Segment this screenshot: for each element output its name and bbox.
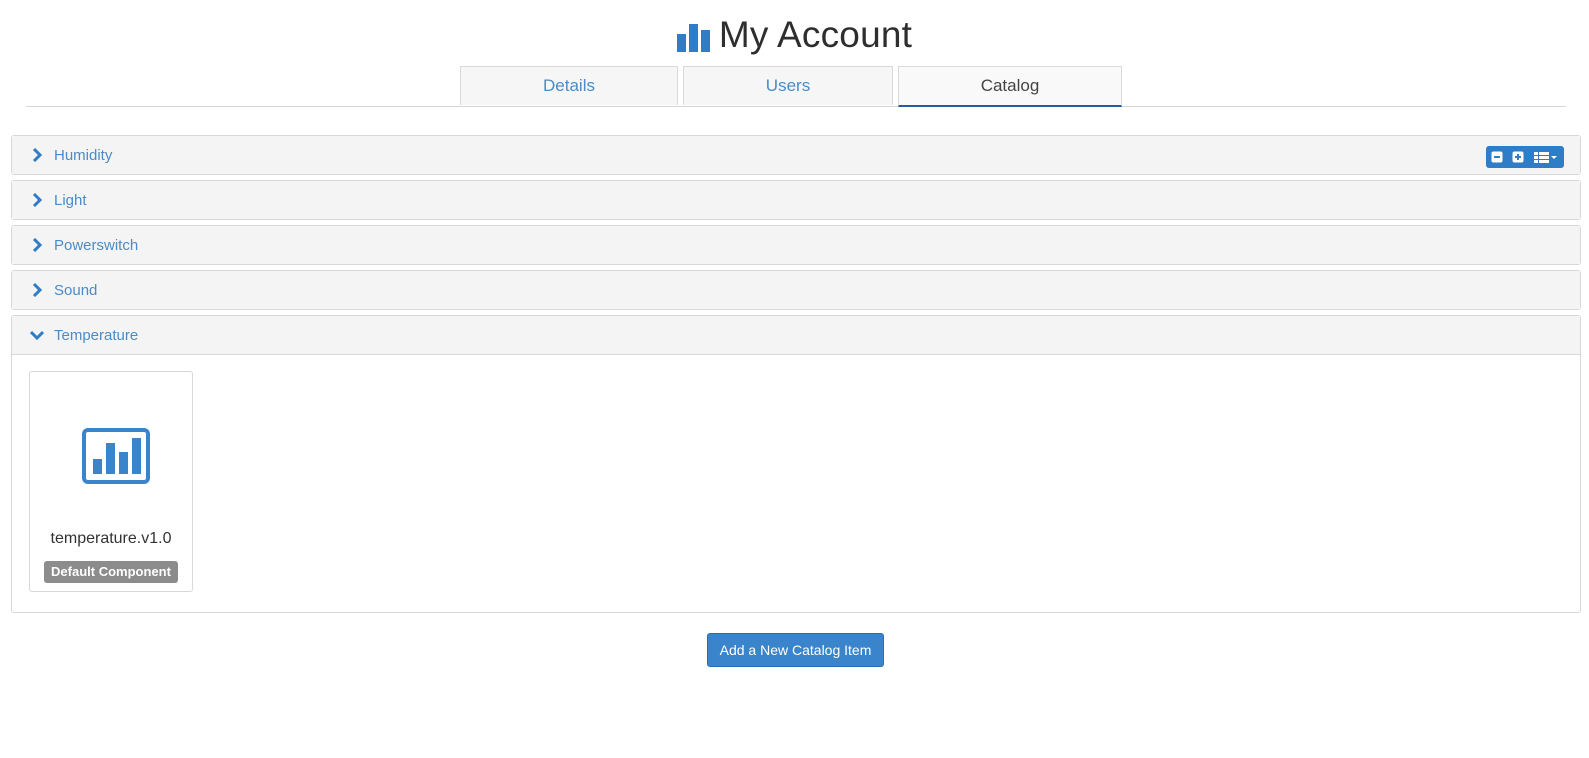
panel-toolbar (1486, 146, 1564, 168)
plus-square-icon (1512, 151, 1523, 163)
chevron-right-icon (32, 148, 43, 162)
catalog-group-header[interactable]: Light (12, 181, 1580, 219)
catalog-group-powerswitch: Powerswitch (11, 225, 1581, 265)
expand-all-button[interactable] (1507, 146, 1528, 168)
default-component-badge: Default Component (44, 561, 178, 583)
collapse-all-button[interactable] (1486, 146, 1507, 168)
catalog-group-header[interactable]: Powerswitch (12, 226, 1580, 264)
list-view-icon (1534, 152, 1557, 163)
catalog-group-header[interactable]: Temperature (12, 316, 1580, 355)
tab-bar: Details Users Catalog (26, 66, 1566, 107)
catalog-group-body: temperature.v1.0 Default Component (12, 355, 1580, 609)
minus-square-icon (1491, 151, 1502, 163)
catalog-item-name: temperature.v1.0 (50, 530, 172, 547)
catalog-item-card[interactable]: temperature.v1.0 Default Component (29, 371, 193, 592)
tab-catalog[interactable]: Catalog (898, 66, 1122, 107)
page-title: My Account (718, 14, 913, 55)
chevron-down-icon (30, 330, 44, 341)
catalog-group-humidity: Humidity (11, 135, 1581, 175)
chevron-right-icon (32, 283, 43, 297)
tab-details[interactable]: Details (460, 66, 678, 105)
catalog-group-label: Humidity (54, 146, 113, 164)
chevron-right-icon (32, 193, 43, 207)
bar-chart-icon (676, 24, 710, 52)
catalog-group-header[interactable]: Sound (12, 271, 1580, 309)
catalog-group-label: Sound (54, 281, 98, 299)
add-catalog-item-button[interactable]: Add a New Catalog Item (707, 633, 884, 667)
chevron-right-icon (32, 238, 43, 252)
catalog-group-sound: Sound (11, 270, 1581, 310)
chart-box-icon (82, 428, 150, 484)
catalog-group-label: Powerswitch (54, 236, 139, 254)
catalog-group-light: Light (11, 180, 1581, 220)
catalog-group-header[interactable]: Humidity (12, 136, 1580, 174)
view-mode-dropdown[interactable] (1528, 146, 1564, 168)
page-header: My Account (0, 14, 1589, 58)
catalog-group-label: Light (54, 191, 87, 209)
catalog-group-label: Temperature (54, 326, 139, 344)
tab-users[interactable]: Users (683, 66, 893, 105)
catalog-group-temperature: Temperature temperature.v1.0 Default Com… (11, 315, 1581, 613)
